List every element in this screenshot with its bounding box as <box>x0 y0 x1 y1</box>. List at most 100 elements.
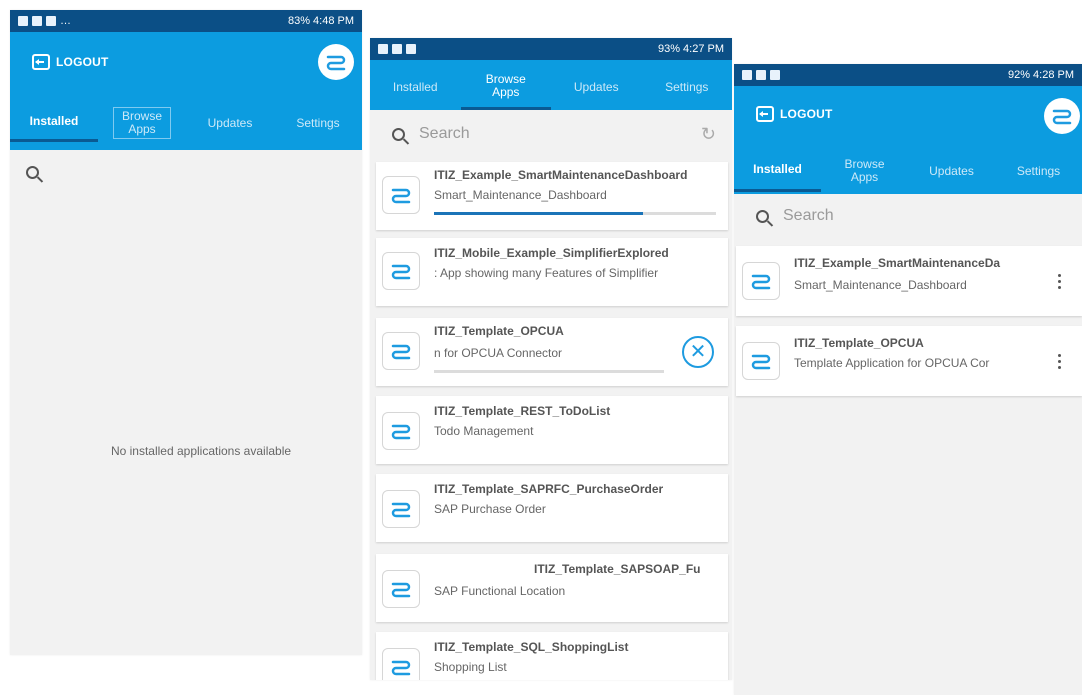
app-subtitle: Smart_Maintenance_Dashboard <box>794 278 967 292</box>
simplifier-logo-icon <box>742 342 780 380</box>
simplifier-logo-icon <box>326 55 346 71</box>
notification-icons <box>742 70 780 80</box>
screenshot-notification-icon <box>770 70 780 80</box>
logout-button[interactable]: LOGOUT <box>32 54 109 70</box>
search-bar[interactable]: Search ↻ <box>370 122 732 146</box>
screen-installed-list: 92% 4:28 PM LOGOUT Installed Browse Apps… <box>734 64 1082 695</box>
app-subtitle: Todo Management <box>434 424 534 438</box>
app-title: ITIZ_Example_SmartMaintenanceDashboard <box>434 168 688 182</box>
simplifier-logo-icon <box>382 412 420 450</box>
warning-notification-icon <box>32 16 42 26</box>
app-card[interactable]: ITIZ_Template_SAPSOAP_Fu SAP Functional … <box>376 554 728 622</box>
app-card[interactable]: ITIZ_Example_SmartMaintenanceDashboard S… <box>376 162 728 230</box>
app-card[interactable]: ITIZ_Template_SAPRFC_PurchaseOrder SAP P… <box>376 474 728 542</box>
notification-icons <box>378 44 416 54</box>
tab-settings[interactable]: Settings <box>274 104 362 142</box>
app-title: ITIZ_Template_SAPRFC_PurchaseOrder <box>434 482 664 496</box>
app-title: ITIZ_Template_OPCUA <box>794 336 924 350</box>
app-title: ITIZ_Mobile_Example_SimplifierExplored <box>434 246 669 260</box>
download-progress-fill <box>434 212 643 215</box>
logout-label: LOGOUT <box>56 55 109 69</box>
search-icon <box>392 127 405 141</box>
search-icon <box>756 209 769 223</box>
tab-bar: Installed Browse Apps Updates Settings <box>10 104 362 142</box>
app-bar: LOGOUT Installed Browse Apps Updates Set… <box>734 86 1082 194</box>
simplifier-logo-icon <box>382 332 420 370</box>
app-card[interactable]: ITIZ_Template_OPCUA n for OPCUA Connecto… <box>376 318 728 386</box>
status-bar: 93% 4:27 PM <box>370 38 732 60</box>
tab-updates[interactable]: Updates <box>908 150 995 192</box>
app-title: ITIZ_Template_SQL_ShoppingList <box>434 640 629 654</box>
app-notification-icon <box>392 44 402 54</box>
tab-installed[interactable]: Installed <box>734 150 821 192</box>
simplifier-logo-icon <box>382 490 420 528</box>
tab-browse-apps-label: Browse Apps <box>113 107 171 139</box>
tab-updates[interactable]: Updates <box>186 104 274 142</box>
tab-installed[interactable]: Installed <box>10 104 98 142</box>
tab-settings[interactable]: Settings <box>995 150 1082 192</box>
tab-browse-apps[interactable]: Browse Apps <box>460 64 551 110</box>
download-progress-bar <box>434 212 716 215</box>
simplifier-logo-icon <box>382 570 420 608</box>
battery-time: 92% 4:28 PM <box>1007 69 1074 81</box>
tab-browse-apps[interactable]: Browse Apps <box>821 150 908 192</box>
app-subtitle: : App showing many Features of Simplifie… <box>434 266 659 280</box>
empty-state-message: No installed applications available <box>110 444 292 458</box>
search-bar[interactable] <box>10 160 362 184</box>
more-vert-icon[interactable] <box>1058 354 1062 369</box>
app-subtitle: Shopping List <box>434 660 507 674</box>
search-input[interactable]: Search <box>419 125 470 143</box>
download-progress-bar <box>434 370 664 373</box>
logout-icon <box>756 106 774 122</box>
screen-browse-apps: 93% 4:27 PM Installed Browse Apps Update… <box>370 38 732 680</box>
screenshot-notification-icon <box>406 44 416 54</box>
app-subtitle: Smart_Maintenance_Dashboard <box>434 188 607 202</box>
app-subtitle: Template Application for OPCUA Cor <box>794 356 990 370</box>
search-input[interactable]: Search <box>783 207 834 225</box>
app-title: ITIZ_Template_REST_ToDoList <box>434 404 611 418</box>
app-card[interactable]: ITIZ_Template_REST_ToDoList Todo Managem… <box>376 396 728 464</box>
simplifier-logo-icon <box>742 262 780 300</box>
tab-browse-apps[interactable]: Browse Apps <box>98 104 186 142</box>
refresh-icon[interactable]: ↻ <box>701 124 716 145</box>
tab-installed[interactable]: Installed <box>370 64 461 110</box>
tab-settings[interactable]: Settings <box>642 64 733 110</box>
search-icon[interactable] <box>26 165 39 179</box>
simplifier-logo-icon <box>382 252 420 290</box>
battery-time: 93% 4:27 PM <box>657 43 724 55</box>
cancel-download-icon[interactable]: ✕ <box>682 336 714 368</box>
app-bar: Installed Browse Apps Updates Settings <box>370 60 732 110</box>
app-card[interactable]: ITIZ_Example_SmartMaintenanceDa Smart_Ma… <box>736 246 1082 316</box>
logout-button[interactable]: LOGOUT <box>756 106 833 122</box>
app-card[interactable]: ITIZ_Template_OPCUA Template Application… <box>736 326 1082 396</box>
app-subtitle: SAP Purchase Order <box>434 502 546 516</box>
app-card[interactable]: ITIZ_Template_SQL_ShoppingList Shopping … <box>376 632 728 680</box>
tab-browse-apps-label: Browse Apps <box>844 157 885 184</box>
tab-browse-apps-label: Browse Apps <box>485 71 526 99</box>
image-notification-icon <box>742 70 752 80</box>
app-title: ITIZ_Template_OPCUA <box>434 324 564 338</box>
search-bar[interactable]: Search <box>734 204 1082 228</box>
simplifier-logo-button[interactable] <box>318 44 354 80</box>
tab-bar: Installed Browse Apps Updates Settings <box>370 64 732 110</box>
app-bar: LOGOUT Installed Browse Apps Updates Set… <box>10 32 362 150</box>
more-vert-icon[interactable] <box>1058 274 1062 289</box>
tab-bar: Installed Browse Apps Updates Settings <box>734 150 1082 192</box>
simplifier-logo-icon <box>382 648 420 680</box>
app-card[interactable]: ITIZ_Mobile_Example_SimplifierExplored :… <box>376 238 728 306</box>
image-notification-icon <box>18 16 28 26</box>
battery-time: 83% 4:48 PM <box>287 15 354 27</box>
tab-updates[interactable]: Updates <box>551 64 642 110</box>
notification-icons: … <box>18 15 71 27</box>
simplifier-logo-icon <box>1052 109 1072 125</box>
app-title: ITIZ_Example_SmartMaintenanceDa <box>794 256 1001 270</box>
app-subtitle: SAP Functional Location <box>434 584 566 598</box>
logout-label: LOGOUT <box>780 107 833 121</box>
simplifier-logo-button[interactable] <box>1044 98 1080 134</box>
status-bar: … 83% 4:48 PM <box>10 10 362 32</box>
app-title: ITIZ_Template_SAPSOAP_Fu <box>534 562 701 576</box>
simplifier-logo-icon <box>382 176 420 214</box>
app-notification-icon <box>756 70 766 80</box>
app-notification-icon <box>46 16 56 26</box>
screen-installed-empty: … 83% 4:48 PM LOGOUT Installed Browse Ap… <box>10 10 362 655</box>
